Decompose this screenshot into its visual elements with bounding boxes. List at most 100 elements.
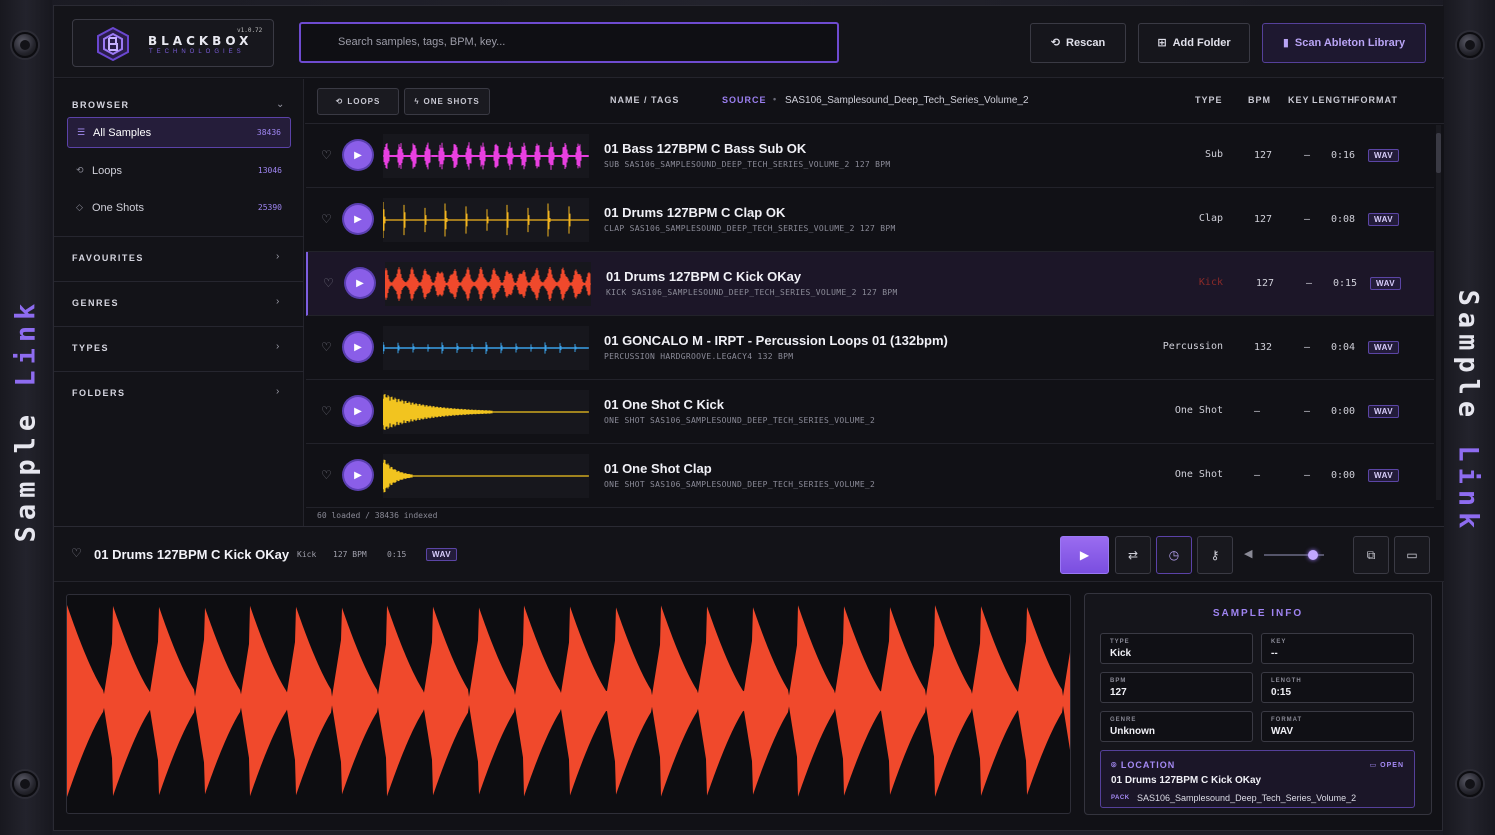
chevron-down-icon[interactable]: ⌄ xyxy=(276,99,284,110)
row-play-button[interactable]: ▶ xyxy=(344,205,372,233)
filter-one-shots-button[interactable]: ϟ ONE SHOTS xyxy=(404,88,490,115)
bar-chart-icon: ▮ xyxy=(1282,36,1289,49)
add-folder-button[interactable]: ⊞ Add Folder xyxy=(1138,23,1250,63)
column-bpm[interactable]: BPM xyxy=(1248,95,1271,105)
row-title: 01 One Shot C Kick xyxy=(604,397,724,412)
timer-button[interactable]: ◷ xyxy=(1156,536,1192,574)
column-name[interactable]: NAME / TAGS xyxy=(610,95,679,105)
volume-icon: ◀ xyxy=(1244,548,1253,560)
list-icon: ☰ xyxy=(77,127,86,137)
column-format[interactable]: FORMAT xyxy=(1354,95,1398,105)
row-play-button[interactable]: ▶ xyxy=(344,461,372,489)
row-play-button[interactable]: ▶ xyxy=(344,141,372,169)
search-input[interactable]: Search samples, tags, BPM, key... xyxy=(299,22,839,63)
heart-icon[interactable]: ♡ xyxy=(321,404,332,418)
row-play-button[interactable]: ▶ xyxy=(344,333,372,361)
sidebar-item-one-shots[interactable]: ◇ One Shots 25390 xyxy=(67,192,291,223)
row-waveform[interactable] xyxy=(383,134,589,178)
row-key: – xyxy=(1304,406,1311,417)
row-waveform[interactable] xyxy=(383,326,589,370)
open-location-button[interactable]: ▭ OPEN xyxy=(1370,761,1404,769)
chevron-right-icon[interactable]: › xyxy=(276,386,279,397)
logo-subtitle: TECHNOLOGIES xyxy=(149,49,245,55)
row-waveform[interactable] xyxy=(383,454,589,498)
logo: BLACKBOX TECHNOLOGIES v1.0.72 xyxy=(72,19,274,67)
blackbox-logo-icon xyxy=(97,27,129,61)
row-title: 01 One Shot Clap xyxy=(604,461,712,476)
row-length: 0:15 xyxy=(1333,278,1358,289)
table-row[interactable]: ♡ ▶ 01 Drums 127BPM C Clap OK CLAP SAS106_S… xyxy=(306,188,1434,252)
row-type: One Shot xyxy=(1174,405,1223,416)
chevron-right-icon[interactable]: › xyxy=(276,251,279,262)
pack-value: SAS106_Samplesound_Deep_Tech_Series_Volu… xyxy=(1137,793,1357,803)
row-title: 01 Drums 127BPM C Clap OK xyxy=(604,205,786,220)
table-row[interactable]: ♡ ▶ 01 GONCALO M - IRPT - Percussion Loops… xyxy=(306,316,1434,380)
loop-toggle-button[interactable]: ⇄ xyxy=(1115,536,1151,574)
key-button[interactable]: ⚷ xyxy=(1197,536,1233,574)
play-icon: ▶ xyxy=(354,469,362,481)
scrollbar-thumb[interactable] xyxy=(1436,133,1441,173)
chevron-right-icon[interactable]: › xyxy=(276,341,279,352)
row-waveform[interactable] xyxy=(385,262,591,306)
column-type[interactable]: TYPE xyxy=(1195,95,1223,105)
tag-icon: ◇ xyxy=(76,202,83,212)
sidebar-section-genres[interactable]: GENRES xyxy=(72,298,119,308)
row-bpm: 127 xyxy=(1256,278,1275,289)
table-row[interactable]: ♡ ▶ 01 Drums 127BPM C Kick OKay KICK SAS106… xyxy=(306,252,1434,316)
copy-button[interactable]: ⧉ xyxy=(1353,536,1389,574)
rescan-button[interactable]: ⟲ Rescan xyxy=(1030,23,1126,63)
play-button[interactable]: ▶ xyxy=(1060,536,1109,574)
scan-ableton-button[interactable]: ▮ Scan Ableton Library xyxy=(1262,23,1426,63)
browser-heading[interactable]: BROWSER xyxy=(72,100,130,110)
volume-slider-handle[interactable] xyxy=(1308,550,1319,560)
heart-icon[interactable]: ♡ xyxy=(321,340,332,354)
column-length[interactable]: LENGTH xyxy=(1312,95,1355,105)
sidebar-item-all-samples[interactable]: ☰ All Samples 38436 xyxy=(67,117,291,148)
row-type: Kick xyxy=(1198,277,1223,288)
scrollbar[interactable] xyxy=(1436,125,1441,500)
folder-icon: ▭ xyxy=(1406,548,1418,562)
folder-plus-icon: ⊞ xyxy=(1157,36,1167,49)
location-file: 01 Drums 127BPM C Kick OKay xyxy=(1111,775,1262,786)
table-row[interactable]: ♡ ▶ 01 Bass 127BPM C Bass Sub OK SUB SAS106… xyxy=(306,124,1434,188)
format-badge: WAV xyxy=(1368,213,1400,226)
sidebar-item-loops[interactable]: ⟲ Loops 13046 xyxy=(67,155,291,186)
play-icon: ▶ xyxy=(1079,548,1090,562)
sample-info-panel: SAMPLE INFO TYPE Kick KEY -- BPM 127 LENGTH… xyxy=(1084,593,1432,815)
filter-loops-button[interactable]: ⟲ LOOPS xyxy=(317,88,399,115)
play-icon: ▶ xyxy=(356,277,364,289)
main-waveform[interactable] xyxy=(66,594,1071,814)
row-waveform[interactable] xyxy=(383,198,589,242)
heart-icon[interactable]: ♡ xyxy=(321,148,332,162)
column-key[interactable]: KEY xyxy=(1288,95,1310,105)
format-badge: WAV xyxy=(1368,405,1400,418)
row-key: – xyxy=(1306,278,1313,289)
heart-icon[interactable]: ♡ xyxy=(321,212,332,226)
row-play-button[interactable]: ▶ xyxy=(344,397,372,425)
sidebar-section-favourites[interactable]: FAVOURITES xyxy=(72,253,144,263)
row-type: Clap xyxy=(1198,213,1223,224)
column-source[interactable]: SOURCE xyxy=(722,95,767,105)
row-title: 01 GONCALO M - IRPT - Percussion Loops 0… xyxy=(604,333,948,348)
divider xyxy=(54,281,304,282)
row-waveform[interactable] xyxy=(383,390,589,434)
player-bar: ♡ 01 Drums 127BPM C Kick OKay Kick 127 B… xyxy=(54,526,1444,582)
logo-name: BLACKBOX xyxy=(148,34,253,48)
sidebar-section-folders[interactable]: FOLDERS xyxy=(72,388,126,398)
heart-icon[interactable]: ♡ xyxy=(323,276,334,290)
row-play-button[interactable]: ▶ xyxy=(346,269,374,297)
table-row[interactable]: ♡ ▶ 01 One Shot C Kick ONE SHOT SAS106_SAMP… xyxy=(306,380,1434,444)
row-bpm: – xyxy=(1254,406,1261,417)
chevron-right-icon[interactable]: › xyxy=(276,296,279,307)
sidebar-section-types[interactable]: TYPES xyxy=(72,343,109,353)
row-length: 0:08 xyxy=(1331,214,1356,225)
heart-icon[interactable]: ♡ xyxy=(71,546,82,560)
play-icon: ▶ xyxy=(354,149,362,161)
heart-icon[interactable]: ♡ xyxy=(321,468,332,482)
key-icon: ⚷ xyxy=(1210,548,1220,562)
info-length: LENGTH 0:15 xyxy=(1261,672,1414,703)
open-folder-button[interactable]: ▭ xyxy=(1394,536,1430,574)
table-row[interactable]: ♡ ▶ 01 One Shot Clap ONE SHOT SAS106_SAMPLE… xyxy=(306,444,1434,508)
loop-icon: ⟲ xyxy=(335,97,344,106)
top-bar: BLACKBOX TECHNOLOGIES v1.0.72 Search sam… xyxy=(54,6,1444,78)
